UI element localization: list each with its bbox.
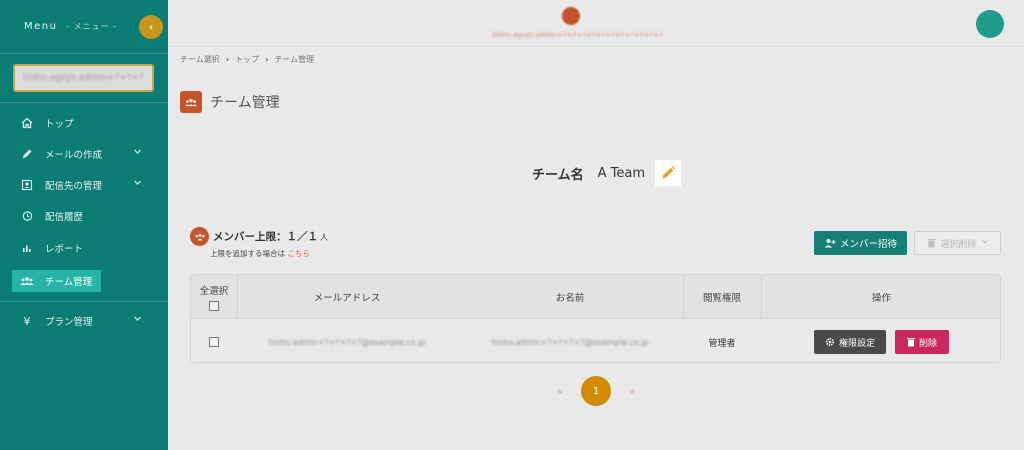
pagination-next[interactable]: »: [625, 385, 639, 398]
member-email: hisho.admin+?+?+?+?@example.co.jp: [268, 337, 426, 347]
menu-subtitle-text: - メニュー -: [66, 22, 118, 31]
chevron-right-icon: ›: [265, 55, 269, 64]
pencil-icon: [662, 166, 676, 179]
name-cell: hisho.admin+?+?+?+?@example.co.jp: [457, 320, 683, 362]
sidebar-item-label: チーム管理: [45, 277, 93, 288]
sidebar-item-recipients[interactable]: 配信先の管理: [0, 174, 168, 196]
trash-icon: [927, 239, 936, 248]
team-icon: [180, 91, 202, 113]
chevron-down-icon: [981, 238, 988, 248]
breadcrumb: チーム選択 › トップ › チーム管理: [180, 54, 314, 65]
edit-team-name-button[interactable]: [655, 160, 682, 186]
actions-column-header: 操作: [871, 293, 891, 304]
page-title-row: チーム管理: [180, 91, 280, 113]
chevron-right-icon: ›: [225, 55, 230, 64]
bar-chart-icon: [20, 241, 34, 255]
bulk-delete-label: 選択削除: [940, 239, 977, 250]
member-name: hisho.admin+?+?+?+?@example.co.jp: [491, 337, 649, 347]
invite-member-button[interactable]: メンバー招待: [814, 231, 907, 255]
select-all-header: 全選択: [191, 275, 237, 319]
table-header: 全選択 メールアドレス お名前 閲覧権限 操作: [191, 275, 1000, 319]
sidebar-item-label: メールの作成: [45, 150, 103, 161]
sidebar-item-label: 配信先の管理: [45, 181, 103, 192]
home-icon: [20, 116, 34, 130]
yen-icon: ¥: [23, 314, 31, 328]
sidebar-header: Menu - メニュー - ‹: [0, 0, 168, 54]
pagination-prev[interactable]: «: [553, 385, 567, 398]
sidebar-collapse-button[interactable]: ‹: [139, 15, 163, 39]
account-selector[interactable]: hisho.agsys.admin+?+?+?: [13, 64, 154, 92]
email-column-header: メールアドレス: [313, 293, 381, 304]
member-limit: メンバー上限：１／１ 人 上限を追加する場合は こちら: [190, 227, 328, 259]
account-name: hisho.agsys.admin+?+?+?: [23, 73, 144, 83]
gear-icon: [825, 337, 834, 347]
user-plus-icon: [824, 239, 836, 248]
bulk-delete-button[interactable]: 選択削除: [914, 231, 1001, 255]
team-name-row: チーム名 A Team: [532, 160, 682, 186]
chevron-down-icon: [133, 147, 142, 159]
sidebar-item-report[interactable]: レポート: [0, 237, 168, 259]
logo-icon: [562, 7, 580, 25]
pencil-icon: [20, 147, 34, 161]
menu-title-text: Menu: [24, 21, 58, 32]
actions-cell: 権限設定 削除: [761, 320, 1000, 362]
sidebar-divider: [0, 301, 168, 302]
limit-note-text: 上限を追加する場合は: [210, 249, 285, 258]
team-name-label: チーム名: [532, 167, 584, 183]
top-header: hisho.agsys.admin+?+?+?+?+?+?+?+?+?+?+?: [168, 0, 1024, 46]
sidebar-item-label: 配信履歴: [45, 212, 84, 223]
select-all-label: 全選択: [199, 286, 229, 297]
row-checkbox[interactable]: [209, 337, 219, 347]
pagination-page-current[interactable]: 1: [581, 376, 611, 406]
sidebar-item-top[interactable]: トップ: [0, 112, 168, 134]
permission-cell: 管理者: [683, 320, 761, 362]
delete-member-button[interactable]: 削除: [895, 330, 949, 354]
permission-column-header: 閲覧権限: [702, 293, 741, 304]
logo-text: hisho.agsys.admin+?+?+?+?+?+?+?+?+?+?+?: [492, 31, 663, 39]
trash-icon: [906, 338, 915, 347]
sidebar-item-plan[interactable]: ¥ プラン管理: [0, 310, 168, 332]
sidebar-item-team-management[interactable]: チーム管理: [12, 270, 101, 292]
user-avatar[interactable]: [976, 10, 1004, 38]
sidebar-item-label: プラン管理: [45, 317, 93, 328]
chevron-down-icon: [133, 314, 142, 326]
chevron-left-icon: ‹: [148, 20, 154, 34]
sidebar: Menu - メニュー - ‹ hisho.agsys.admin+?+?+? …: [0, 0, 168, 450]
member-limit-unit: 人: [320, 233, 328, 242]
page-title: チーム管理: [210, 95, 280, 111]
sidebar-item-label: レポート: [45, 244, 84, 255]
row-select-cell: [191, 320, 237, 362]
member-permission: 管理者: [708, 338, 736, 349]
sidebar-item-history[interactable]: 配信履歴: [0, 205, 168, 227]
delete-member-label: 削除: [918, 338, 937, 349]
breadcrumb-top[interactable]: トップ: [235, 54, 259, 65]
team-icon: [190, 227, 209, 246]
breadcrumb-current: チーム管理: [274, 55, 315, 64]
sidebar-menu-title: Menu - メニュー -: [24, 21, 117, 32]
limit-note: 上限を追加する場合は こちら: [210, 248, 328, 259]
pagination: « 1 »: [553, 376, 639, 406]
sidebar-item-label: トップ: [45, 119, 74, 130]
email-cell: hisho.admin+?+?+?+?@example.co.jp: [237, 320, 457, 362]
sidebar-item-create-mail[interactable]: メールの作成: [0, 143, 168, 165]
members-table: 全選択 メールアドレス お名前 閲覧権限 操作 hisho.admin+?+?+…: [190, 274, 1001, 363]
name-column-header: お名前: [555, 293, 585, 304]
invite-member-label: メンバー招待: [839, 239, 897, 250]
select-all-checkbox[interactable]: [209, 301, 219, 311]
member-limit-label: メンバー上限：１／１: [213, 231, 318, 243]
breadcrumb-team-select[interactable]: チーム選択: [180, 54, 220, 65]
team-name-value: A Team: [597, 165, 646, 181]
permission-settings-button[interactable]: 権限設定: [814, 330, 886, 354]
contact-card-icon: [20, 178, 34, 192]
add-limit-link[interactable]: こちら: [287, 249, 310, 258]
header-divider: [168, 46, 1024, 47]
permission-settings-label: 権限設定: [838, 338, 875, 349]
table-row: hisho.admin+?+?+?+?@example.co.jp hisho.…: [191, 320, 1000, 362]
history-icon: [20, 209, 34, 223]
team-icon: [20, 274, 34, 288]
chevron-down-icon: [133, 178, 142, 190]
sidebar-divider: [0, 102, 168, 103]
